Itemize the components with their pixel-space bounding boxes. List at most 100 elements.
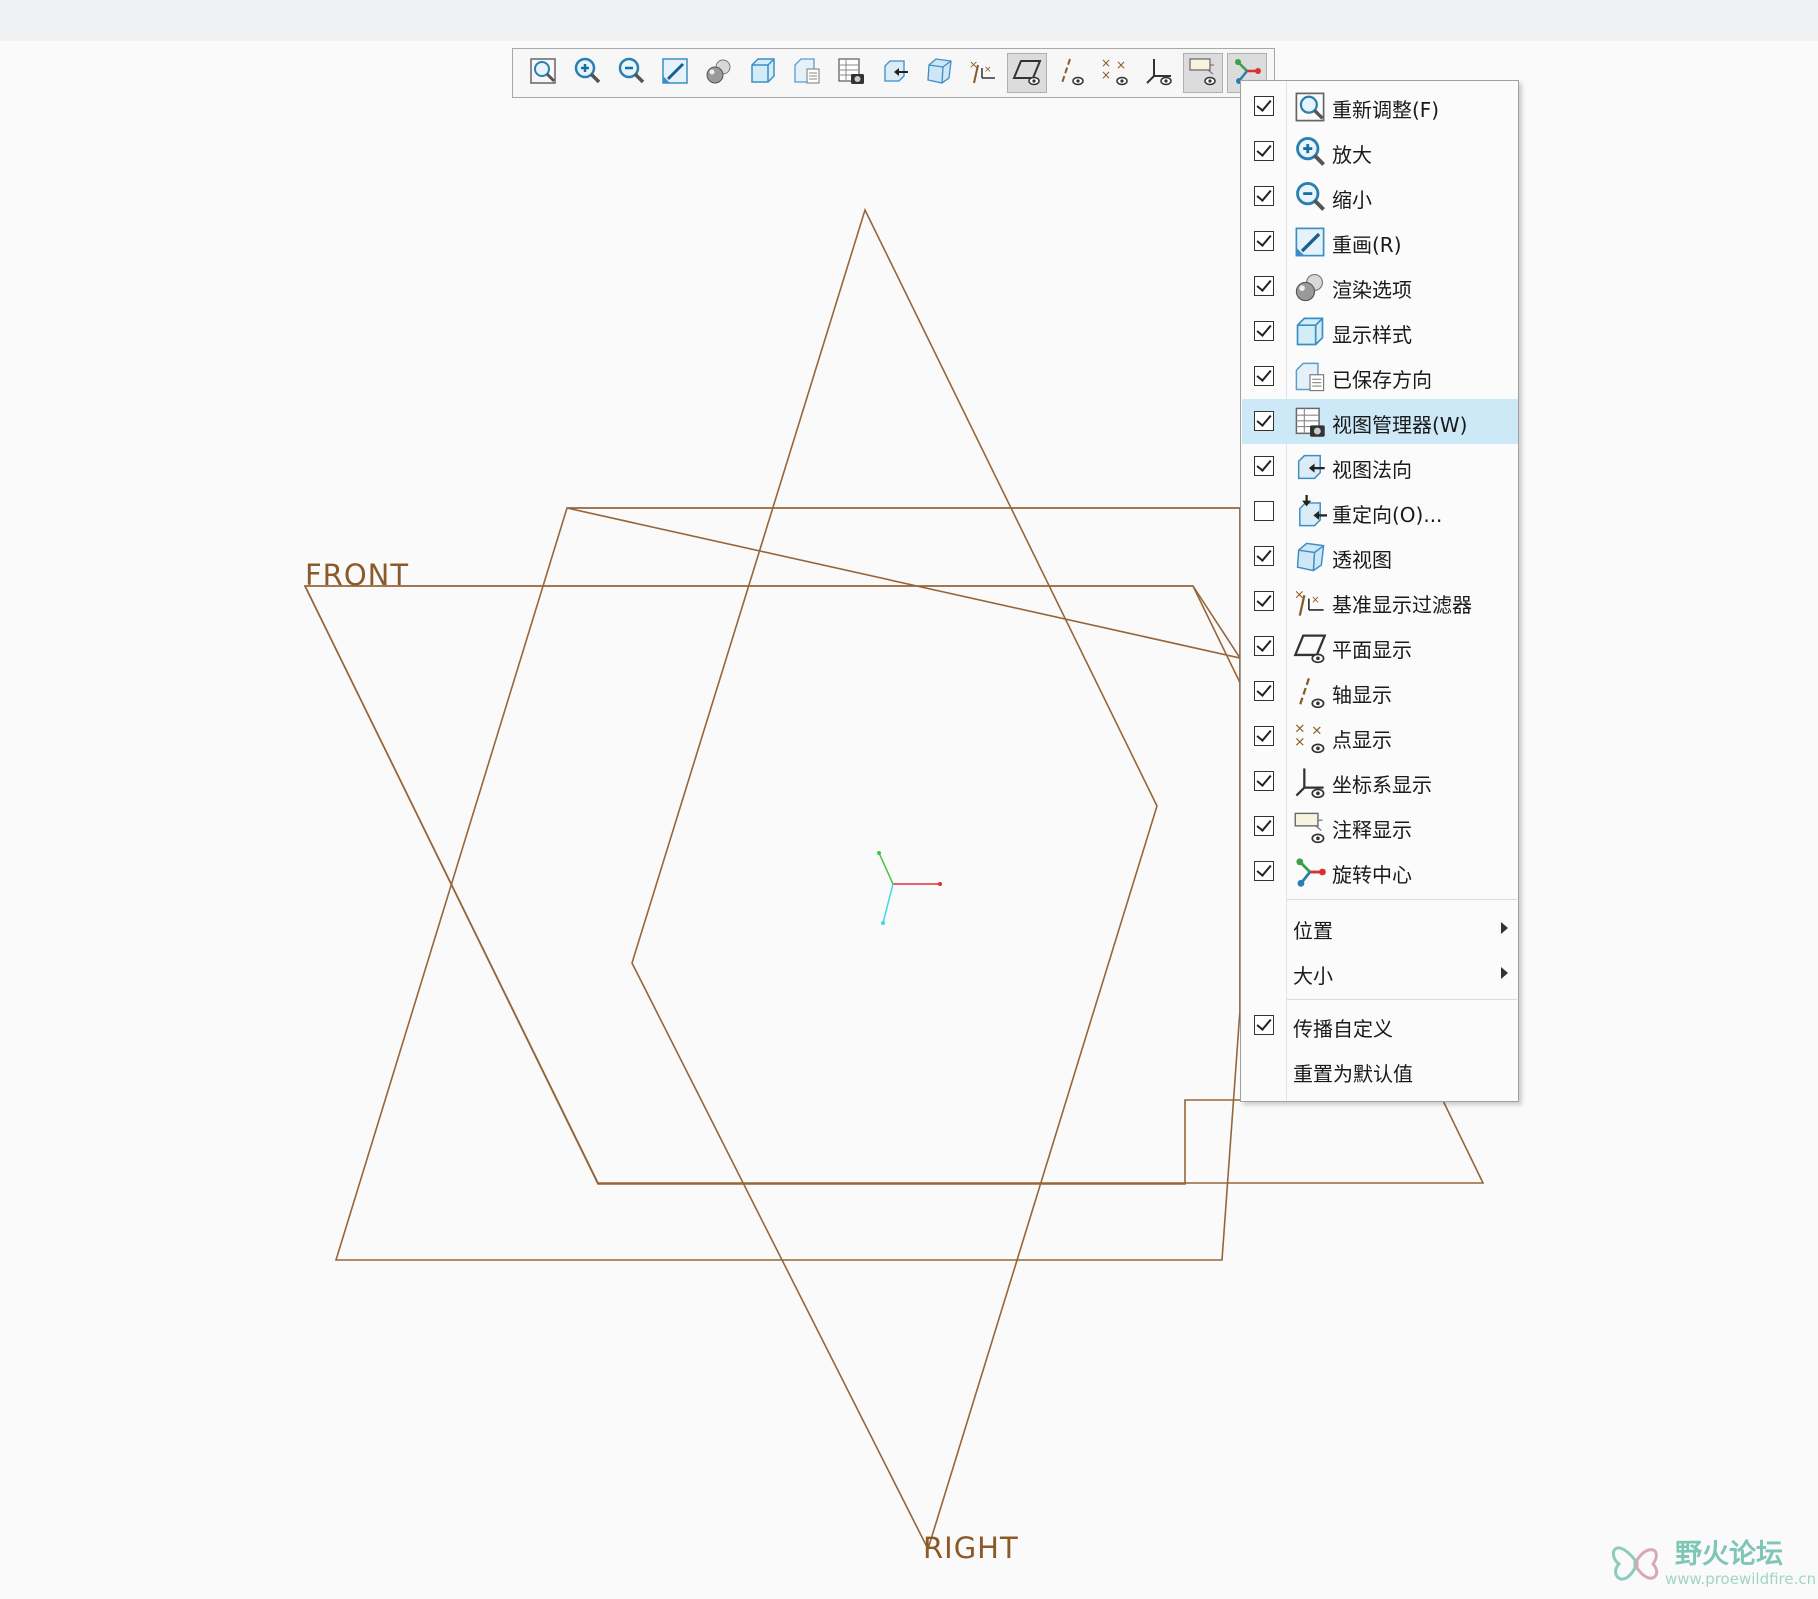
toolbar-button-perspective[interactable]: [919, 53, 959, 93]
toolbar-button-axis-display[interactable]: [1051, 53, 1091, 93]
csys-display-icon: [1144, 56, 1174, 90]
menu-item-annotation-display[interactable]: 注释显示: [1242, 804, 1518, 849]
menu-checkbox[interactable]: [1254, 276, 1274, 296]
display-style-icon: [748, 56, 778, 90]
menu-checkbox[interactable]: [1254, 501, 1274, 521]
menu-item-view-manager[interactable]: 视图管理器(W): [1242, 399, 1518, 444]
menu-item-label: 缩小: [1332, 188, 1372, 212]
menu-item-refit[interactable]: 重新调整(F): [1242, 84, 1518, 129]
menu-item-plane-display[interactable]: 平面显示: [1242, 624, 1518, 669]
menu-checkbox[interactable]: [1254, 411, 1274, 431]
menu-footer-item-1[interactable]: 重置为默认值: [1242, 1048, 1518, 1093]
menu-submenu-1[interactable]: 大小: [1242, 950, 1518, 995]
menu-item-label: 视图管理器(W): [1332, 413, 1468, 437]
svg-text:×: ×: [1294, 734, 1305, 750]
spin-center-icon: [1293, 855, 1327, 889]
menu-item-reorient[interactable]: 重定向(O)...: [1242, 489, 1518, 534]
toolbar-button-saved-orientations[interactable]: [787, 53, 827, 93]
menu-checkbox[interactable]: [1254, 861, 1274, 881]
menu-checkbox[interactable]: [1254, 186, 1274, 206]
menu-checkbox[interactable]: [1254, 681, 1274, 701]
menu-checkbox[interactable]: [1254, 816, 1274, 836]
toolbar-button-display-style[interactable]: [743, 53, 783, 93]
annotation-display-icon: [1188, 56, 1218, 90]
repaint-icon: [660, 56, 690, 90]
display-style-icon: [1293, 315, 1327, 349]
menu-checkbox[interactable]: [1254, 771, 1274, 791]
toolbar-button-repaint[interactable]: [655, 53, 695, 93]
menu-item-label: 重新调整(F): [1332, 98, 1440, 122]
menu-item-zoom-out[interactable]: 缩小: [1242, 174, 1518, 219]
submenu-arrow-icon: [1501, 922, 1508, 934]
submenu-arrow-icon: [1501, 967, 1508, 979]
menu-footer-item-0[interactable]: 传播自定义: [1242, 1003, 1518, 1048]
menu-checkbox[interactable]: [1254, 636, 1274, 656]
menu-item-spin-center[interactable]: 旋转中心: [1242, 849, 1518, 894]
menu-item-render-options[interactable]: 渲染选项: [1242, 264, 1518, 309]
render-options-icon: [1293, 270, 1327, 304]
toolbar-button-view-manager[interactable]: [831, 53, 871, 93]
zoom-in-icon: [1293, 135, 1327, 169]
menu-item-label: 基准显示过滤器: [1332, 593, 1472, 617]
datum-plane-right: [631, 207, 1158, 1552]
right-plane-label: RIGHT: [923, 1531, 1019, 1565]
menu-checkbox[interactable]: [1254, 591, 1274, 611]
menu-checkbox[interactable]: [1254, 456, 1274, 476]
reorient-icon: [1293, 495, 1327, 529]
menu-item-csys-display[interactable]: 坐标系显示: [1242, 759, 1518, 804]
view-manager-icon: [836, 56, 866, 90]
menu-item-view-normal[interactable]: 视图法向: [1242, 444, 1518, 489]
menu-item-label: 位置: [1293, 919, 1333, 943]
menu-item-label: 点显示: [1332, 728, 1392, 752]
menu-item-display-style[interactable]: 显示样式: [1242, 309, 1518, 354]
menu-item-repaint[interactable]: 重画(R): [1242, 219, 1518, 264]
datum-filter-icon: × ×: [1293, 585, 1327, 619]
menu-item-zoom-in[interactable]: 放大: [1242, 129, 1518, 174]
menu-checkbox[interactable]: [1254, 1015, 1274, 1035]
menu-item-axis-display[interactable]: 轴显示: [1242, 669, 1518, 714]
toolbar-button-annotation-display[interactable]: [1183, 53, 1223, 93]
front-plane-label: FRONT: [305, 558, 410, 592]
toolbar-button-view-normal[interactable]: [875, 53, 915, 93]
menu-item-perspective[interactable]: 透视图: [1242, 534, 1518, 579]
toolbar-button-datum-filter[interactable]: × ×: [963, 53, 1003, 93]
toolbar-button-zoom-out[interactable]: [611, 53, 651, 93]
menu-checkbox[interactable]: [1254, 726, 1274, 746]
toolbar-button-zoom-in[interactable]: [567, 53, 607, 93]
menu-checkbox[interactable]: [1254, 546, 1274, 566]
toolbar-customize-menu: 重新调整(F) 放大缩小重画(R) 渲染选项显示样式已保存方向视图管理器(W) 视图法…: [1240, 80, 1519, 1102]
toolbar-button-render-options[interactable]: [699, 53, 739, 93]
toolbar-button-plane-display[interactable]: [1007, 53, 1047, 93]
watermark-url: www.proewildfire.cn: [1665, 1570, 1817, 1588]
menu-item-datum-filter[interactable]: × × 基准显示过滤器: [1242, 579, 1518, 624]
menu-checkbox[interactable]: [1254, 96, 1274, 116]
datum-plane-top: [303, 507, 1305, 1185]
watermark-text: 野火论坛: [1675, 1539, 1783, 1570]
menu-checkbox[interactable]: [1254, 141, 1274, 161]
toolbar-button-point-display[interactable]: × × ×: [1095, 53, 1135, 93]
view-normal-icon: [880, 56, 910, 90]
menu-item-label: 放大: [1332, 143, 1372, 167]
menu-checkbox[interactable]: [1254, 366, 1274, 386]
menu-item-label: 显示样式: [1332, 323, 1412, 347]
forum-watermark: 野火论坛 www.proewildfire.cn: [1605, 1530, 1817, 1596]
perspective-icon: [1293, 540, 1327, 574]
menu-item-label: 重定向(O)...: [1332, 503, 1443, 527]
menu-item-point-display[interactable]: × × × 点显示: [1242, 714, 1518, 759]
axis-display-icon: [1056, 56, 1086, 90]
menu-checkbox[interactable]: [1254, 321, 1274, 341]
toolbar-button-csys-display[interactable]: [1139, 53, 1179, 93]
top-bar: [0, 0, 1818, 41]
menu-item-label: 重画(R): [1332, 233, 1402, 257]
plane-display-icon: [1012, 56, 1042, 90]
toolbar-button-refit[interactable]: [523, 53, 563, 93]
menu-submenu-0[interactable]: 位置: [1242, 905, 1518, 950]
menu-item-saved-orientations[interactable]: 已保存方向: [1242, 354, 1518, 399]
menu-item-label: 渲染选项: [1332, 278, 1412, 302]
zoom-out-icon: [616, 56, 646, 90]
view-toolbar: × × × × ×: [512, 48, 1275, 98]
graphics-window[interactable]: FRONT RIGHT: [0, 41, 1818, 1599]
point-display-icon: × × ×: [1100, 56, 1130, 90]
svg-text:×: ×: [1116, 58, 1126, 72]
menu-checkbox[interactable]: [1254, 231, 1274, 251]
